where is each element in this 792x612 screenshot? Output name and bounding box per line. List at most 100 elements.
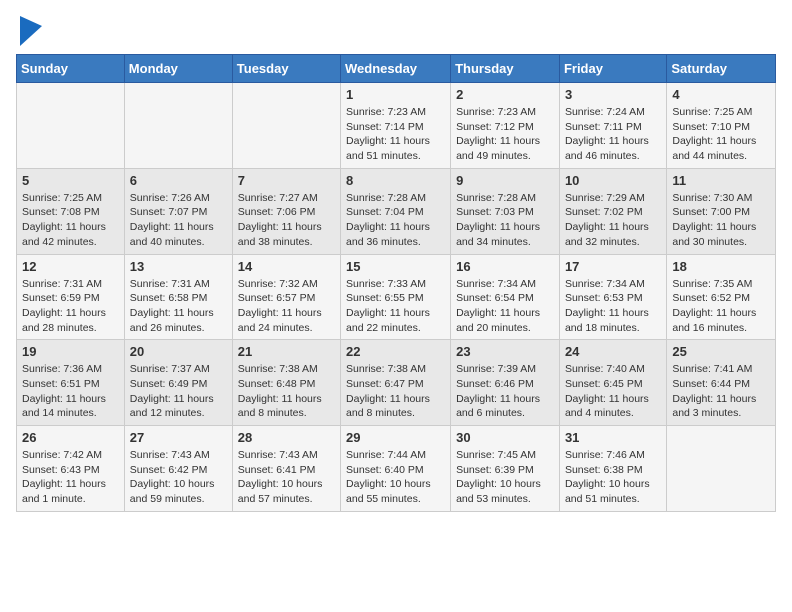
calendar-cell: 3 Sunrise: 7:24 AMSunset: 7:11 PMDaylight… — [559, 83, 666, 169]
day-number: 3 — [565, 87, 661, 102]
page-header — [16, 16, 776, 44]
cell-content: Sunrise: 7:25 AMSunset: 7:08 PMDaylight:… — [22, 191, 119, 250]
calendar-cell: 19Sunrise: 7:36 AMSunset: 6:51 PMDayligh… — [17, 340, 125, 426]
calendar-cell — [232, 83, 340, 169]
calendar-cell: 15 Sunrise: 7:33 AMSunset: 6:55 PMDayligh… — [341, 254, 451, 340]
cell-content: Sunrise: 7:32 AMSunset: 6:57 PMDaylight:… — [238, 277, 335, 336]
calendar-cell: 24 Sunrise: 7:40 AMSunset: 6:45 PMDayligh… — [559, 340, 666, 426]
cell-content: Sunrise: 7:26 AMSunset: 7:07 PMDaylight:… — [130, 191, 227, 250]
cell-content: Sunrise: 7:24 AMSunset: 7:11 PMDaylight:… — [565, 105, 661, 164]
calendar-cell: 27 Sunrise: 7:43 AMSunset: 6:42 PMDayligh… — [124, 426, 232, 512]
cell-content: Sunrise: 7:44 AMSunset: 6:40 PMDaylight:… — [346, 448, 445, 507]
calendar-cell: 16 Sunrise: 7:34 AMSunset: 6:54 PMDayligh… — [451, 254, 560, 340]
day-number: 27 — [130, 430, 227, 445]
day-number: 1 — [346, 87, 445, 102]
day-number: 29 — [346, 430, 445, 445]
calendar-cell: 14Sunrise: 7:32 AMSunset: 6:57 PMDayligh… — [232, 254, 340, 340]
day-number: 19 — [22, 344, 119, 359]
cell-content: Sunrise: 7:28 AMSunset: 7:03 PMDaylight:… — [456, 191, 554, 250]
day-number: 9 — [456, 173, 554, 188]
calendar-cell: 6 Sunrise: 7:26 AMSunset: 7:07 PMDaylight… — [124, 168, 232, 254]
day-number: 6 — [130, 173, 227, 188]
calendar-header-row: SundayMondayTuesdayWednesdayThursdayFrid… — [17, 55, 776, 83]
calendar-cell: 8 Sunrise: 7:28 AMSunset: 7:04 PMDaylight… — [341, 168, 451, 254]
cell-content: Sunrise: 7:28 AMSunset: 7:04 PMDaylight:… — [346, 191, 445, 250]
cell-content: Sunrise: 7:33 AMSunset: 6:55 PMDaylight:… — [346, 277, 445, 336]
cell-content: Sunrise: 7:23 AMSunset: 7:12 PMDaylight:… — [456, 105, 554, 164]
day-number: 31 — [565, 430, 661, 445]
cell-content: Sunrise: 7:45 AMSunset: 6:39 PMDaylight:… — [456, 448, 554, 507]
calendar-cell — [17, 83, 125, 169]
calendar-week-5: 26 Sunrise: 7:42 AMSunset: 6:43 PMDayligh… — [17, 426, 776, 512]
header-cell-friday: Friday — [559, 55, 666, 83]
day-number: 8 — [346, 173, 445, 188]
calendar-cell: 21Sunrise: 7:38 AMSunset: 6:48 PMDayligh… — [232, 340, 340, 426]
day-number: 25 — [672, 344, 770, 359]
day-number: 7 — [238, 173, 335, 188]
calendar-week-4: 19Sunrise: 7:36 AMSunset: 6:51 PMDayligh… — [17, 340, 776, 426]
day-number: 5 — [22, 173, 119, 188]
day-number: 15 — [346, 259, 445, 274]
calendar-table: SundayMondayTuesdayWednesdayThursdayFrid… — [16, 54, 776, 512]
cell-content: Sunrise: 7:46 AMSunset: 6:38 PMDaylight:… — [565, 448, 661, 507]
header-cell-tuesday: Tuesday — [232, 55, 340, 83]
calendar-cell — [124, 83, 232, 169]
day-number: 21 — [238, 344, 335, 359]
cell-content: Sunrise: 7:37 AMSunset: 6:49 PMDaylight:… — [130, 362, 227, 421]
cell-content: Sunrise: 7:31 AMSunset: 6:59 PMDaylight:… — [22, 277, 119, 336]
calendar-cell: 13Sunrise: 7:31 AMSunset: 6:58 PMDayligh… — [124, 254, 232, 340]
day-number: 30 — [456, 430, 554, 445]
calendar-cell: 23 Sunrise: 7:39 AMSunset: 6:46 PMDayligh… — [451, 340, 560, 426]
calendar-cell: 29 Sunrise: 7:44 AMSunset: 6:40 PMDayligh… — [341, 426, 451, 512]
day-number: 23 — [456, 344, 554, 359]
cell-content: Sunrise: 7:39 AMSunset: 6:46 PMDaylight:… — [456, 362, 554, 421]
calendar-cell: 26 Sunrise: 7:42 AMSunset: 6:43 PMDayligh… — [17, 426, 125, 512]
cell-content: Sunrise: 7:34 AMSunset: 6:53 PMDaylight:… — [565, 277, 661, 336]
calendar-cell: 10Sunrise: 7:29 AMSunset: 7:02 PMDayligh… — [559, 168, 666, 254]
cell-content: Sunrise: 7:38 AMSunset: 6:47 PMDaylight:… — [346, 362, 445, 421]
logo-icon — [20, 16, 40, 44]
day-number: 11 — [672, 173, 770, 188]
cell-content: Sunrise: 7:27 AMSunset: 7:06 PMDaylight:… — [238, 191, 335, 250]
day-number: 17 — [565, 259, 661, 274]
header-cell-thursday: Thursday — [451, 55, 560, 83]
cell-content: Sunrise: 7:40 AMSunset: 6:45 PMDaylight:… — [565, 362, 661, 421]
header-cell-saturday: Saturday — [667, 55, 776, 83]
header-cell-monday: Monday — [124, 55, 232, 83]
day-number: 26 — [22, 430, 119, 445]
day-number: 22 — [346, 344, 445, 359]
calendar-cell: 9 Sunrise: 7:28 AMSunset: 7:03 PMDaylight… — [451, 168, 560, 254]
day-number: 4 — [672, 87, 770, 102]
cell-content: Sunrise: 7:29 AMSunset: 7:02 PMDaylight:… — [565, 191, 661, 250]
cell-content: Sunrise: 7:43 AMSunset: 6:41 PMDaylight:… — [238, 448, 335, 507]
logo — [16, 16, 40, 44]
day-number: 13 — [130, 259, 227, 274]
cell-content: Sunrise: 7:43 AMSunset: 6:42 PMDaylight:… — [130, 448, 227, 507]
cell-content: Sunrise: 7:23 AMSunset: 7:14 PMDaylight:… — [346, 105, 445, 164]
calendar-cell: 20Sunrise: 7:37 AMSunset: 6:49 PMDayligh… — [124, 340, 232, 426]
calendar-week-3: 12 Sunrise: 7:31 AMSunset: 6:59 PMDayligh… — [17, 254, 776, 340]
calendar-cell: 2 Sunrise: 7:23 AMSunset: 7:12 PMDaylight… — [451, 83, 560, 169]
header-cell-wednesday: Wednesday — [341, 55, 451, 83]
calendar-cell: 31 Sunrise: 7:46 AMSunset: 6:38 PMDayligh… — [559, 426, 666, 512]
calendar-cell: 4 Sunrise: 7:25 AMSunset: 7:10 PMDaylight… — [667, 83, 776, 169]
day-number: 12 — [22, 259, 119, 274]
cell-content: Sunrise: 7:41 AMSunset: 6:44 PMDaylight:… — [672, 362, 770, 421]
day-number: 24 — [565, 344, 661, 359]
cell-content: Sunrise: 7:42 AMSunset: 6:43 PMDaylight:… — [22, 448, 119, 507]
calendar-cell: 22 Sunrise: 7:38 AMSunset: 6:47 PMDayligh… — [341, 340, 451, 426]
day-number: 18 — [672, 259, 770, 274]
calendar-cell: 25 Sunrise: 7:41 AMSunset: 6:44 PMDayligh… — [667, 340, 776, 426]
calendar-cell: 18Sunrise: 7:35 AMSunset: 6:52 PMDayligh… — [667, 254, 776, 340]
day-number: 16 — [456, 259, 554, 274]
cell-content: Sunrise: 7:34 AMSunset: 6:54 PMDaylight:… — [456, 277, 554, 336]
calendar-week-1: 1 Sunrise: 7:23 AMSunset: 7:14 PMDaylight… — [17, 83, 776, 169]
calendar-cell: 12 Sunrise: 7:31 AMSunset: 6:59 PMDayligh… — [17, 254, 125, 340]
day-number: 2 — [456, 87, 554, 102]
calendar-cell: 17 Sunrise: 7:34 AMSunset: 6:53 PMDayligh… — [559, 254, 666, 340]
header-cell-sunday: Sunday — [17, 55, 125, 83]
calendar-week-2: 5 Sunrise: 7:25 AMSunset: 7:08 PMDaylight… — [17, 168, 776, 254]
cell-content: Sunrise: 7:30 AMSunset: 7:00 PMDaylight:… — [672, 191, 770, 250]
cell-content: Sunrise: 7:25 AMSunset: 7:10 PMDaylight:… — [672, 105, 770, 164]
calendar-cell: 1 Sunrise: 7:23 AMSunset: 7:14 PMDaylight… — [341, 83, 451, 169]
